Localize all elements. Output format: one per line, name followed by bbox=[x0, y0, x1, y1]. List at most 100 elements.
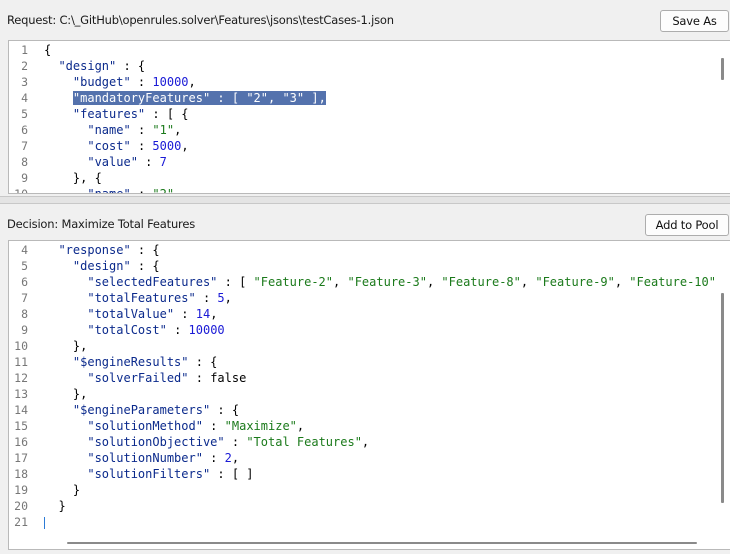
code-text: "mandatoryFeatures" : [ "2", "3" ], bbox=[72, 91, 326, 105]
line-number: 9 bbox=[21, 323, 28, 337]
line-number: 13 bbox=[14, 387, 28, 401]
line-number: 17 bbox=[14, 451, 28, 465]
line-number: 10 bbox=[14, 187, 28, 194]
code-text: "budget" : 10000, bbox=[72, 75, 196, 89]
save-as-button[interactable]: Save As bbox=[660, 10, 729, 32]
request-code-line[interactable]: 6 "name" : "1", bbox=[9, 122, 716, 138]
request-code-line[interactable]: 3 "budget" : 10000, bbox=[9, 74, 716, 90]
code-text: "name" : "2", bbox=[87, 187, 182, 194]
line-number: 5 bbox=[21, 259, 28, 273]
decision-code-line[interactable]: 14 "$engineParameters" : { bbox=[9, 402, 716, 418]
request-title: Request: C:\_GitHub\openrules.solver\Fea… bbox=[7, 13, 394, 27]
decision-code-line[interactable]: 17 "solutionNumber" : 2, bbox=[9, 450, 716, 466]
request-header: Request: C:\_GitHub\openrules.solver\Fea… bbox=[0, 0, 730, 36]
decision-code-line[interactable]: 10 }, bbox=[9, 338, 716, 354]
decision-horizontal-scroll-thumb[interactable] bbox=[67, 542, 697, 544]
request-code-line[interactable]: 10 "name" : "2", bbox=[9, 186, 716, 194]
code-text: "$engineParameters" : { bbox=[72, 403, 240, 417]
decision-title: Decision: Maximize Total Features bbox=[7, 217, 195, 231]
decision-code-line[interactable]: 7 "totalFeatures" : 5, bbox=[9, 290, 716, 306]
line-number: 3 bbox=[21, 75, 28, 89]
request-editor[interactable]: 1{2 "design" : {3 "budget" : 10000, 4 "ma… bbox=[8, 40, 730, 194]
code-text: "response" : { bbox=[58, 243, 160, 257]
code-text: "solverFailed" : false bbox=[87, 371, 247, 385]
request-code-line[interactable]: 4 "mandatoryFeatures" : [ "2", "3" ], bbox=[9, 90, 716, 106]
request-code-line[interactable]: 8 "value" : 7 bbox=[9, 154, 716, 170]
request-code-line[interactable]: 7 "cost" : 5000, bbox=[9, 138, 716, 154]
decision-horizontal-scrollbar[interactable] bbox=[9, 535, 730, 549]
line-number: 7 bbox=[21, 291, 28, 305]
text-cursor bbox=[44, 517, 45, 529]
code-text: "name" : "1", bbox=[87, 123, 182, 137]
decision-code-line[interactable]: 19 } bbox=[9, 482, 716, 498]
line-number: 8 bbox=[21, 155, 28, 169]
code-text: }, bbox=[44, 339, 88, 353]
line-number: 6 bbox=[21, 275, 28, 289]
line-number: 16 bbox=[14, 435, 28, 449]
request-vertical-scroll-thumb[interactable] bbox=[721, 58, 724, 80]
line-number: 10 bbox=[14, 339, 28, 353]
code-text: "design" : { bbox=[58, 59, 146, 73]
line-number: 19 bbox=[14, 483, 28, 497]
line-number: 4 bbox=[21, 243, 28, 257]
decision-vertical-scroll-thumb[interactable] bbox=[721, 293, 724, 503]
line-number: 14 bbox=[14, 403, 28, 417]
line-number: 18 bbox=[14, 467, 28, 481]
decision-code-line[interactable]: 20 } bbox=[9, 498, 716, 514]
decision-code-line[interactable]: 16 "solutionObjective" : "Total Features… bbox=[9, 434, 716, 450]
decision-code-line[interactable]: 15 "solutionMethod" : "Maximize", bbox=[9, 418, 716, 434]
code-text: "totalCost" : 10000 bbox=[87, 323, 225, 337]
code-text: "selectedFeatures" : [ "Feature-2", "Fea… bbox=[87, 275, 730, 289]
add-to-pool-button[interactable]: Add to Pool bbox=[645, 214, 729, 236]
line-number: 8 bbox=[21, 307, 28, 321]
code-text: "solutionMethod" : "Maximize", bbox=[87, 419, 305, 433]
decision-code-line[interactable]: 9 "totalCost" : 10000 bbox=[9, 322, 716, 338]
code-text: }, { bbox=[44, 171, 102, 185]
line-number: 7 bbox=[21, 139, 28, 153]
request-code-line[interactable]: 9 }, { bbox=[9, 170, 716, 186]
code-text: "solutionFilters" : [ ] bbox=[87, 467, 254, 481]
decision-code-line[interactable]: 18 "solutionFilters" : [ ] bbox=[9, 466, 716, 482]
request-code-line[interactable]: 5 "features" : [ { bbox=[9, 106, 716, 122]
request-vertical-scrollbar[interactable] bbox=[716, 41, 730, 193]
line-number: 4 bbox=[21, 91, 28, 105]
decision-editor[interactable]: 4 "response" : {5 "design" : {6 "selecte… bbox=[8, 240, 730, 550]
line-number: 2 bbox=[21, 59, 28, 73]
panel-splitter[interactable] bbox=[0, 196, 730, 204]
decision-header: Decision: Maximize Total Features Add to… bbox=[0, 204, 730, 240]
code-text: } bbox=[44, 499, 66, 513]
decision-code-line[interactable]: 21 bbox=[9, 514, 716, 530]
decision-code-line[interactable]: 4 "response" : { bbox=[9, 242, 716, 258]
line-number: 20 bbox=[14, 499, 28, 513]
request-code-line[interactable]: 2 "design" : { bbox=[9, 58, 716, 74]
line-number: 5 bbox=[21, 107, 28, 121]
code-text: } bbox=[44, 483, 81, 497]
decision-code-line[interactable]: 13 }, bbox=[9, 386, 716, 402]
line-number: 12 bbox=[14, 371, 28, 385]
line-number: 15 bbox=[14, 419, 28, 433]
line-number: 1 bbox=[21, 43, 28, 57]
code-text: "totalFeatures" : 5, bbox=[87, 291, 232, 305]
code-text: "solutionNumber" : 2, bbox=[87, 451, 240, 465]
request-code-line[interactable]: 1{ bbox=[9, 42, 716, 58]
code-text: "cost" : 5000, bbox=[87, 139, 189, 153]
code-text: "$engineResults" : { bbox=[72, 355, 218, 369]
code-text: "totalValue" : 14, bbox=[87, 307, 218, 321]
line-number: 11 bbox=[14, 355, 28, 369]
line-number: 21 bbox=[14, 515, 28, 529]
decision-vertical-scrollbar[interactable] bbox=[716, 241, 730, 535]
request-panel: Request: C:\_GitHub\openrules.solver\Fea… bbox=[0, 0, 730, 196]
decision-panel: Decision: Maximize Total Features Add to… bbox=[0, 204, 730, 554]
line-number: 6 bbox=[21, 123, 28, 137]
decision-code-line[interactable]: 5 "design" : { bbox=[9, 258, 716, 274]
code-text: "value" : 7 bbox=[87, 155, 167, 169]
decision-code-line[interactable]: 6 "selectedFeatures" : [ "Feature-2", "F… bbox=[9, 274, 730, 290]
line-number: 9 bbox=[21, 171, 28, 185]
code-text: }, bbox=[44, 387, 88, 401]
decision-code-line[interactable]: 12 "solverFailed" : false bbox=[9, 370, 716, 386]
code-text: { bbox=[44, 43, 52, 57]
code-text: "solutionObjective" : "Total Features", bbox=[87, 435, 370, 449]
decision-code-line[interactable]: 8 "totalValue" : 14, bbox=[9, 306, 716, 322]
decision-code-line[interactable]: 11 "$engineResults" : { bbox=[9, 354, 716, 370]
code-text: "design" : { bbox=[72, 259, 160, 273]
